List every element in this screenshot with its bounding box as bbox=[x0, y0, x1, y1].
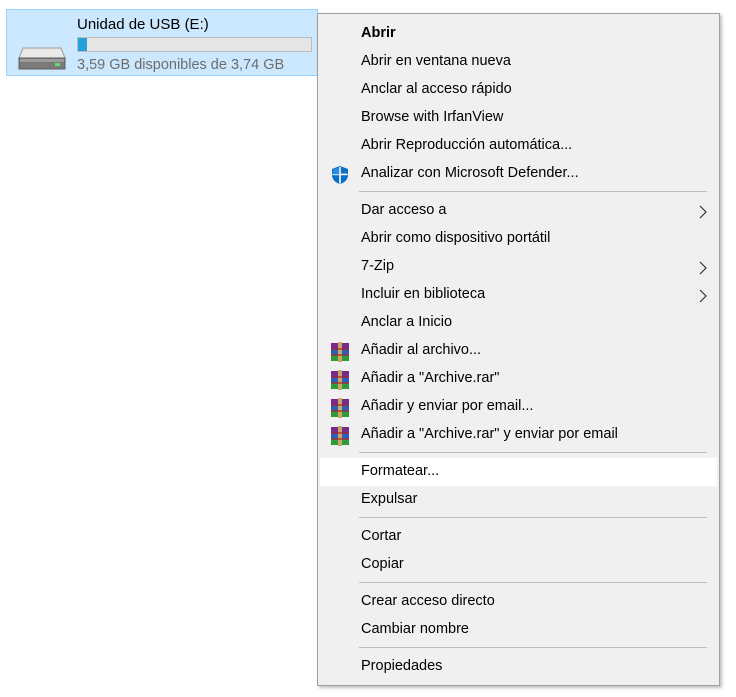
menu-item-cortar[interactable]: Cortar bbox=[320, 523, 717, 551]
menu-item-crear-acceso-directo[interactable]: Crear acceso directo bbox=[320, 588, 717, 616]
winrar-icon bbox=[331, 370, 349, 390]
menu-item-label: Abrir Reproducción automática... bbox=[361, 137, 573, 153]
menu-item-propiedades[interactable]: Propiedades bbox=[320, 653, 717, 681]
menu-item-label: 7-Zip bbox=[361, 258, 395, 274]
menu-separator bbox=[359, 582, 707, 583]
menu-item-anadir-rar-enviar-email[interactable]: Añadir a "Archive.rar" y enviar por emai… bbox=[320, 421, 717, 449]
menu-item-label: Copiar bbox=[361, 556, 404, 572]
chevron-right-icon bbox=[699, 261, 707, 275]
menu-item-label: Añadir a "Archive.rar" y enviar por emai… bbox=[361, 426, 618, 442]
menu-item-dispositivo-portatil[interactable]: Abrir como dispositivo portátil bbox=[320, 225, 717, 253]
menu-item-reproduccion-automatica[interactable]: Abrir Reproducción automática... bbox=[320, 132, 717, 160]
menu-item-label: Analizar con Microsoft Defender... bbox=[361, 165, 579, 181]
menu-item-dar-acceso[interactable]: Dar acceso a bbox=[320, 197, 717, 225]
menu-separator bbox=[359, 452, 707, 453]
menu-item-label: Browse with IrfanView bbox=[361, 109, 504, 125]
menu-item-label: Propiedades bbox=[361, 658, 443, 674]
menu-item-label: Anclar al acceso rápido bbox=[361, 81, 512, 97]
menu-item-label: Incluir en biblioteca bbox=[361, 286, 486, 302]
defender-shield-icon bbox=[332, 166, 348, 184]
menu-item-7zip[interactable]: 7-Zip bbox=[320, 253, 717, 281]
menu-separator bbox=[359, 191, 707, 192]
usb-drive-tile[interactable]: Unidad de USB (E:) 3,59 GB disponibles d… bbox=[6, 9, 318, 76]
menu-separator bbox=[359, 517, 707, 518]
menu-item-label: Abrir en ventana nueva bbox=[361, 53, 511, 69]
drive-free-space: 3,59 GB disponibles de 3,74 GB bbox=[77, 57, 285, 73]
menu-item-analizar-defender[interactable]: Analizar con Microsoft Defender... bbox=[320, 160, 717, 188]
menu-item-label: Añadir y enviar por email... bbox=[361, 398, 534, 414]
menu-item-anclar-acceso-rapido[interactable]: Anclar al acceso rápido bbox=[320, 76, 717, 104]
chevron-right-icon bbox=[699, 289, 707, 303]
menu-item-label: Añadir al archivo... bbox=[361, 342, 482, 358]
usb-drive-icon bbox=[18, 47, 66, 70]
menu-item-abrir[interactable]: Abrir bbox=[320, 20, 717, 48]
winrar-icon bbox=[331, 426, 349, 446]
drive-capacity-bar bbox=[77, 37, 312, 52]
menu-item-label: Crear acceso directo bbox=[361, 593, 495, 609]
menu-item-label: Dar acceso a bbox=[361, 202, 447, 218]
menu-item-anclar-inicio[interactable]: Anclar a Inicio bbox=[320, 309, 717, 337]
menu-item-expulsar[interactable]: Expulsar bbox=[320, 486, 717, 514]
menu-item-browse-irfanview[interactable]: Browse with IrfanView bbox=[320, 104, 717, 132]
menu-item-anadir-archivo[interactable]: Añadir al archivo... bbox=[320, 337, 717, 365]
menu-item-label: Formatear... bbox=[361, 463, 440, 479]
drive-name: Unidad de USB (E:) bbox=[77, 16, 209, 33]
chevron-right-icon bbox=[699, 205, 707, 219]
drive-capacity-fill bbox=[78, 38, 88, 51]
menu-item-formatear[interactable]: Formatear... bbox=[320, 458, 717, 486]
menu-item-abrir-ventana-nueva[interactable]: Abrir en ventana nueva bbox=[320, 48, 717, 76]
menu-item-label: Abrir como dispositivo portátil bbox=[361, 230, 551, 246]
context-menu: Abrir Abrir en ventana nueva Anclar al a… bbox=[317, 13, 720, 686]
menu-separator bbox=[359, 647, 707, 648]
menu-item-anadir-enviar-email[interactable]: Añadir y enviar por email... bbox=[320, 393, 717, 421]
menu-item-anadir-archive-rar[interactable]: Añadir a "Archive.rar" bbox=[320, 365, 717, 393]
menu-item-incluir-biblioteca[interactable]: Incluir en biblioteca bbox=[320, 281, 717, 309]
menu-item-label: Abrir bbox=[361, 25, 396, 41]
menu-item-label: Cortar bbox=[361, 528, 402, 544]
menu-item-label: Cambiar nombre bbox=[361, 621, 469, 637]
winrar-icon bbox=[331, 398, 349, 418]
menu-item-label: Anclar a Inicio bbox=[361, 314, 453, 330]
menu-item-cambiar-nombre[interactable]: Cambiar nombre bbox=[320, 616, 717, 644]
winrar-icon bbox=[331, 342, 349, 362]
menu-item-label: Añadir a "Archive.rar" bbox=[361, 370, 500, 386]
menu-item-label: Expulsar bbox=[361, 491, 418, 507]
menu-item-copiar[interactable]: Copiar bbox=[320, 551, 717, 579]
